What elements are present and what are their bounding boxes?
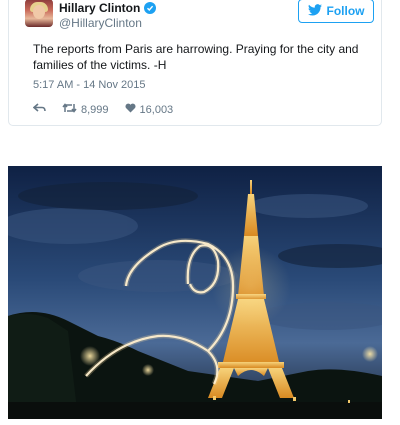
retweet-button[interactable]: 8,999 bbox=[62, 103, 109, 116]
like-button[interactable]: 16,003 bbox=[125, 103, 174, 116]
eiffel-tower-photo[interactable] bbox=[8, 166, 382, 419]
user-handle[interactable]: @HillaryClinton bbox=[59, 16, 142, 30]
follow-label: Follow bbox=[326, 4, 365, 18]
avatar[interactable] bbox=[25, 0, 53, 27]
verified-badge-icon bbox=[144, 2, 157, 14]
follow-button[interactable]: Follow bbox=[298, 0, 374, 23]
tweet-text: The reports from Paris are harrowing. Pr… bbox=[33, 42, 359, 72]
reply-icon bbox=[32, 103, 46, 116]
retweet-count: 8,999 bbox=[81, 103, 109, 116]
tweet-timestamp[interactable]: 5:17 AM - 14 Nov 2015 bbox=[33, 79, 146, 91]
display-name[interactable]: Hillary Clinton bbox=[59, 1, 140, 15]
heart-icon bbox=[125, 103, 136, 116]
name-row: Hillary Clinton bbox=[59, 1, 157, 15]
reply-button[interactable] bbox=[32, 103, 46, 116]
retweet-icon bbox=[62, 103, 77, 116]
twitter-bird-icon bbox=[307, 3, 322, 19]
tweet-actions: 8,999 16,003 bbox=[32, 103, 189, 116]
tweet-card: Hillary Clinton @HillaryClinton Follow T… bbox=[8, 0, 382, 126]
like-count: 16,003 bbox=[139, 103, 174, 116]
